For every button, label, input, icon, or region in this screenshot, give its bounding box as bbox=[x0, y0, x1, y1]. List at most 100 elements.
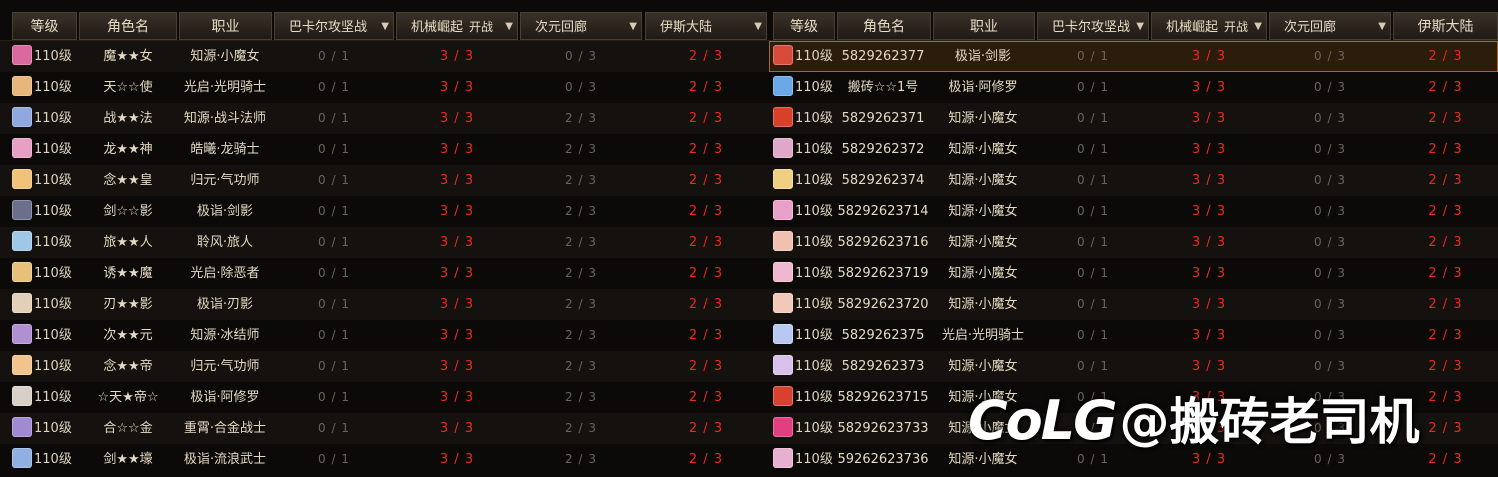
right-header-name: 角色名 bbox=[837, 12, 931, 40]
dropdown-arrow-icon[interactable]: ▼ bbox=[1378, 13, 1386, 39]
cell-r2: 3 / 3 bbox=[1191, 173, 1227, 188]
dropdown-arrow-icon[interactable]: ▼ bbox=[754, 13, 762, 39]
character-avatar-icon bbox=[773, 386, 793, 406]
right-table-row[interactable]: 110级 5829262371 知源·小魔女 0 / 1 3 / 3 0 / 3 2 / 3 bbox=[769, 103, 1498, 134]
cell-r2: 3 / 3 bbox=[439, 359, 475, 374]
right-table-row[interactable]: 110级 59262623736 知源·小魔女 0 / 1 3 / 3 0 / 3 2 / … bbox=[769, 444, 1498, 475]
dropdown-arrow-icon[interactable]: ▼ bbox=[629, 13, 637, 39]
right-table-row[interactable]: 110级 5829262373 知源·小魔女 0 / 1 3 / 3 0 / 3 2 / 3 bbox=[769, 351, 1498, 382]
cell-r4: 2 / 3 bbox=[1428, 390, 1463, 405]
cell-r4: 2 / 3 bbox=[1428, 359, 1463, 374]
right-header-raid2[interactable]: 机械崛起 开战 ▼ bbox=[1151, 12, 1267, 40]
cell-r4: 2 / 3 bbox=[1428, 452, 1463, 467]
cell-job: 知源·小魔女 bbox=[948, 297, 1018, 312]
cell-name: 58292623733 bbox=[837, 421, 929, 436]
right-table-row[interactable]: 110级 58292623715 知源·小魔女 0 / 1 3 / 3 0 / 3 2 / … bbox=[769, 382, 1498, 413]
right-header-level-label: 等级 bbox=[790, 19, 818, 35]
left-table-row[interactable]: 110级 龙★★神 皓曦·龙骑士 0 / 1 3 / 3 2 / 3 2 / 3 bbox=[0, 134, 769, 165]
cell-r2: 3 / 3 bbox=[1191, 266, 1227, 281]
right-table-row[interactable]: 110级 搬砖☆☆1号 极诣·阿修罗 0 / 1 3 / 3 0 / 3 2 / 3 bbox=[769, 72, 1498, 103]
cell-r4: 2 / 3 bbox=[688, 49, 724, 64]
cell-r4: 2 / 3 bbox=[688, 204, 724, 219]
cell-job: 极诣·流浪武士 bbox=[183, 452, 267, 467]
left-table-row[interactable]: 110级 魔★★女 知源·小魔女 0 / 1 3 / 3 0 / 3 2 / 3 bbox=[0, 41, 769, 72]
level-text: 110级 bbox=[795, 390, 833, 405]
right-table-row[interactable]: 110级 58292623716 知源·小魔女 0 / 1 3 / 3 0 / 3 2 / … bbox=[769, 227, 1498, 258]
cell-r4: 2 / 3 bbox=[688, 266, 724, 281]
left-table-row[interactable]: 110级 战★★法 知源·战斗法师 0 / 1 3 / 3 2 / 3 2 / 3 bbox=[0, 103, 769, 134]
character-avatar-icon bbox=[773, 355, 793, 375]
cell-level: 110级 bbox=[12, 227, 77, 258]
cell-r1: 0 / 1 bbox=[1077, 80, 1109, 94]
cell-r2: 3 / 3 bbox=[439, 235, 475, 250]
cell-r2: 3 / 3 bbox=[1191, 452, 1227, 467]
cell-r1: 0 / 1 bbox=[1077, 235, 1109, 249]
cell-job: 皓曦·龙骑士 bbox=[190, 142, 260, 157]
left-table-row[interactable]: 110级 天☆☆使 光启·光明骑士 0 / 1 3 / 3 0 / 3 2 / 3 bbox=[0, 72, 769, 103]
cell-job: 知源·小魔女 bbox=[948, 421, 1018, 436]
cell-level: 110级 bbox=[773, 227, 835, 258]
cell-r4: 2 / 3 bbox=[1428, 111, 1463, 126]
dropdown-arrow-icon[interactable]: ▼ bbox=[381, 13, 389, 39]
character-avatar-icon bbox=[773, 138, 793, 158]
right-table-row[interactable]: 110级 58292623714 知源·小魔女 0 / 1 3 / 3 0 / 3 2 / … bbox=[769, 196, 1498, 227]
right-table-row[interactable]: 110级 58292623719 知源·小魔女 0 / 1 3 / 3 0 / 3 2 / … bbox=[769, 258, 1498, 289]
right-table-row[interactable]: 110级 5829262377 极诣·剑影 0 / 1 3 / 3 0 / 3 2 / 3 bbox=[769, 41, 1498, 72]
left-header-raid2[interactable]: 机械崛起 开战 ▼ bbox=[396, 12, 518, 40]
right-table-row[interactable]: 110级 5829262374 知源·小魔女 0 / 1 3 / 3 0 / 3 2 / 3 bbox=[769, 165, 1498, 196]
level-text: 110级 bbox=[34, 173, 72, 188]
left-header-raid4[interactable]: 伊斯大陆 ▼ bbox=[645, 12, 767, 40]
level-text: 110级 bbox=[795, 49, 833, 64]
left-header-raid3[interactable]: 次元回廊 ▼ bbox=[520, 12, 642, 40]
cell-name: 5829262375 bbox=[841, 328, 925, 343]
character-avatar-icon bbox=[773, 262, 793, 282]
cell-r1: 0 / 1 bbox=[1077, 452, 1109, 466]
left-table-row[interactable]: 110级 诱★★魔 光启·除恶者 0 / 1 3 / 3 2 / 3 2 / 3 bbox=[0, 258, 769, 289]
cell-r2: 3 / 3 bbox=[439, 49, 475, 64]
left-table-row[interactable]: 110级 ☆天★帝☆ 极诣·阿修罗 0 / 1 3 / 3 2 / 3 2 / 3 bbox=[0, 382, 769, 413]
character-avatar-icon bbox=[12, 138, 32, 158]
right-header-raid1[interactable]: 巴卡尔攻坚战 ▼ bbox=[1037, 12, 1149, 40]
cell-level: 110级 bbox=[773, 103, 835, 134]
left-table-row[interactable]: 110级 旅★★人 聆风·旅人 0 / 1 3 / 3 2 / 3 2 / 3 bbox=[0, 227, 769, 258]
right-header-job: 职业 bbox=[933, 12, 1035, 40]
cell-level: 110级 bbox=[773, 351, 835, 382]
right-table-row[interactable]: 110级 5829262372 知源·小魔女 0 / 1 3 / 3 0 / 3 2 / 3 bbox=[769, 134, 1498, 165]
cell-job: 知源·小魔女 bbox=[948, 235, 1018, 250]
left-table-row[interactable]: 110级 合☆☆金 重霄·合金战士 0 / 1 3 / 3 2 / 3 2 / 3 bbox=[0, 413, 769, 444]
left-table-row[interactable]: 110级 刃★★影 极诣·刃影 0 / 1 3 / 3 2 / 3 2 / 3 bbox=[0, 289, 769, 320]
cell-r3: 0 / 3 bbox=[1314, 390, 1346, 404]
cell-name: 魔★★女 bbox=[103, 49, 153, 64]
right-header-raid3[interactable]: 次元回廊 ▼ bbox=[1269, 12, 1391, 40]
cell-name: 5829262371 bbox=[841, 111, 925, 126]
character-avatar-icon bbox=[773, 448, 793, 468]
cell-name: 念★★帝 bbox=[103, 359, 153, 374]
character-avatar-icon bbox=[773, 76, 793, 96]
cell-r1: 0 / 1 bbox=[318, 235, 350, 249]
left-table-row[interactable]: 110级 剑☆☆影 极诣·剑影 0 / 1 3 / 3 2 / 3 2 / 3 bbox=[0, 196, 769, 227]
right-table-row[interactable]: 110级 5829262375 光启·光明骑士 0 / 1 3 / 3 0 / 3 2 / … bbox=[769, 320, 1498, 351]
cell-level: 110级 bbox=[12, 289, 77, 320]
dropdown-arrow-icon[interactable]: ▼ bbox=[1136, 13, 1144, 39]
cell-level: 110级 bbox=[12, 134, 77, 165]
cell-r1: 0 / 1 bbox=[1077, 111, 1109, 125]
cell-r1: 0 / 1 bbox=[1077, 328, 1109, 342]
dropdown-arrow-icon[interactable]: ▼ bbox=[505, 13, 513, 39]
cell-r3: 0 / 3 bbox=[1314, 173, 1346, 187]
left-header-raid1[interactable]: 巴卡尔攻坚战 ▼ bbox=[274, 12, 394, 40]
left-table-row[interactable]: 110级 念★★帝 归元·气功师 0 / 1 3 / 3 2 / 3 2 / 3 bbox=[0, 351, 769, 382]
cell-level: 110级 bbox=[773, 258, 835, 289]
cell-r3: 0 / 3 bbox=[1314, 235, 1346, 249]
dropdown-arrow-icon[interactable]: ▼ bbox=[1254, 13, 1262, 39]
left-table-row[interactable]: 110级 次★★元 知源·冰结师 0 / 1 3 / 3 2 / 3 2 / 3 bbox=[0, 320, 769, 351]
left-table-row[interactable]: 110级 念★★皇 归元·气功师 0 / 1 3 / 3 2 / 3 2 / 3 bbox=[0, 165, 769, 196]
left-header-job-label: 职业 bbox=[211, 19, 240, 35]
left-table-row[interactable]: 110级 剑★★壕 极诣·流浪武士 0 / 1 3 / 3 2 / 3 2 / 3 bbox=[0, 444, 769, 475]
cell-r4: 2 / 3 bbox=[688, 297, 724, 312]
cell-level: 110级 bbox=[773, 72, 835, 103]
cell-r1: 0 / 1 bbox=[318, 49, 350, 63]
right-table-row[interactable]: 110级 58292623720 知源·小魔女 0 / 1 3 / 3 0 / 3 2 / … bbox=[769, 289, 1498, 320]
character-avatar-icon bbox=[773, 324, 793, 344]
right-table-row[interactable]: 110级 58292623733 知源·小魔女 0 / 1 3 / 3 0 / 3 2 / … bbox=[769, 413, 1498, 444]
cell-r2: 3 / 3 bbox=[1191, 235, 1227, 250]
